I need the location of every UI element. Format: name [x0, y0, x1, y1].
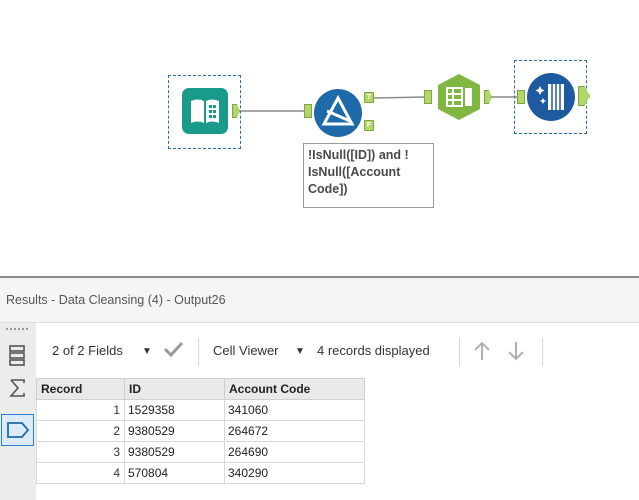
metadata-icon[interactable] [5, 343, 29, 367]
book-icon [182, 88, 228, 134]
output-input-anchor[interactable] [517, 90, 525, 104]
tag-icon [7, 422, 30, 438]
table-header-row: Record ID Account Code [36, 378, 365, 400]
filter-annotation: !IsNull([ID]) and ! IsNull([Account Code… [303, 143, 434, 208]
results-sidebar [0, 323, 36, 500]
header-id[interactable]: ID [124, 378, 225, 400]
table-row[interactable]: 4 570804 340290 [36, 462, 365, 484]
record-cell: 2 [36, 420, 125, 442]
cell-viewer-dropdown[interactable]: Cell Viewer [213, 343, 279, 358]
toolbar-separator [459, 338, 460, 366]
output-tab[interactable] [1, 414, 34, 446]
results-table: Record ID Account Code 1 1529358 341060 … [36, 378, 365, 484]
filter-input-anchor[interactable] [304, 104, 312, 118]
browse-tool[interactable] [526, 72, 576, 122]
browse-icon [527, 73, 575, 121]
apply-check-icon[interactable] [162, 339, 184, 362]
record-cell: 1 [36, 399, 125, 421]
arrow-down-icon[interactable] [506, 340, 526, 365]
account-code-cell[interactable]: 264690 [224, 441, 365, 463]
arrow-up-icon[interactable] [472, 340, 492, 365]
filter-icon [314, 89, 362, 137]
account-code-cell[interactable]: 264672 [224, 420, 365, 442]
select-input-anchor[interactable] [424, 90, 432, 104]
header-record[interactable]: Record [36, 378, 125, 400]
record-cell: 3 [36, 441, 125, 463]
cell-viewer-chevron-icon[interactable]: ▼ [295, 346, 305, 357]
toolbar-separator [542, 338, 543, 366]
toolbar-separator [198, 338, 199, 366]
filter-false-anchor[interactable]: F [364, 120, 374, 131]
select-icon [438, 74, 480, 120]
workflow-canvas[interactable]: T F !IsNull([ID]) and ! IsNull([Account … [0, 0, 639, 276]
summary-icon[interactable] [5, 376, 29, 400]
record-cell: 4 [36, 462, 125, 484]
select-tool[interactable] [434, 72, 484, 122]
header-account-code[interactable]: Account Code [224, 378, 365, 400]
fields-chevron-icon[interactable]: ▼ [142, 346, 152, 357]
records-count: 4 records displayed [317, 343, 430, 358]
account-code-cell[interactable]: 341060 [224, 399, 365, 421]
filter-tool[interactable] [313, 88, 363, 138]
results-header: Results - Data Cleansing (4) - Output26 [0, 278, 639, 323]
fields-dropdown[interactable]: 2 of 2 Fields [52, 343, 123, 358]
grip-handle[interactable] [6, 328, 28, 334]
id-cell[interactable]: 9380529 [124, 420, 225, 442]
input-data-tool[interactable] [182, 88, 228, 134]
table-row[interactable]: 3 9380529 264690 [36, 441, 365, 463]
results-title: Results - Data Cleansing (4) - Output26 [6, 293, 226, 307]
filter-true-anchor[interactable]: T [364, 92, 374, 103]
id-cell[interactable]: 1529358 [124, 399, 225, 421]
id-cell[interactable]: 9380529 [124, 441, 225, 463]
table-row[interactable]: 1 1529358 341060 [36, 399, 365, 421]
id-cell[interactable]: 570804 [124, 462, 225, 484]
table-row[interactable]: 2 9380529 264672 [36, 420, 365, 442]
results-toolbar: 2 of 2 Fields ▼ Cell Viewer ▼ 4 records … [36, 323, 639, 378]
account-code-cell[interactable]: 340290 [224, 462, 365, 484]
